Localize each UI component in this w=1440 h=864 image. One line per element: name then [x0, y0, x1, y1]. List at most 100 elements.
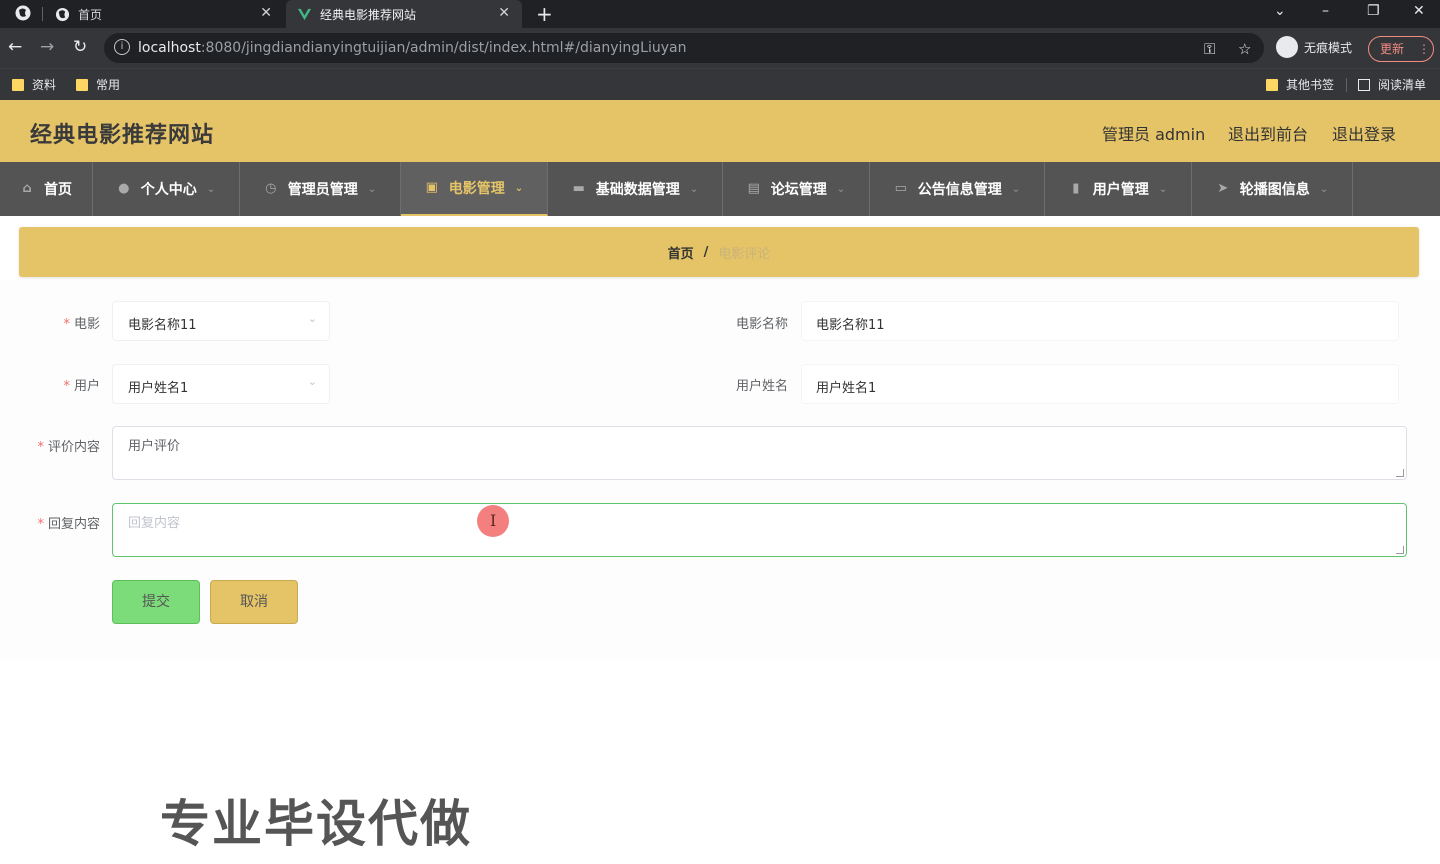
required-asterisk: *: [37, 440, 44, 455]
bookmarks-bar: 资料 常用 其他书签 阅读清单: [0, 68, 1440, 100]
address-bar-row: ← → ↻ i localhost:8080/jingdiandianyingt…: [0, 28, 1440, 68]
reload-icon[interactable]: ↻: [73, 37, 87, 57]
reply-content-label: * 回复内容: [37, 517, 100, 532]
logout-link[interactable]: 退出登录: [1332, 121, 1396, 145]
review-content-label: * 评价内容: [37, 440, 100, 455]
text-cursor-icon: I: [490, 511, 497, 530]
chevron-down-icon[interactable]: ⌄: [1274, 3, 1286, 19]
chevron-down-icon: ⌄: [836, 183, 846, 195]
breadcrumb-separator: /: [703, 244, 709, 260]
incognito-indicator[interactable]: 无痕模式: [1276, 36, 1352, 58]
new-tab-icon[interactable]: +: [536, 2, 553, 26]
reply-content-textarea[interactable]: 回复内容: [112, 503, 1407, 557]
chevron-down-icon: ⌄: [1011, 183, 1021, 195]
breadcrumb: 首页 / 电影评论: [19, 227, 1419, 277]
close-window-icon[interactable]: ✕: [1413, 3, 1425, 19]
folder-icon: [1266, 78, 1278, 91]
review-content-textarea[interactable]: 用户评价: [112, 426, 1407, 480]
document-icon: ▤: [747, 181, 760, 196]
menu-item-carousel[interactable]: ➤ 轮播图信息 ⌄: [1192, 162, 1353, 216]
to-frontend-link[interactable]: 退出到前台: [1228, 121, 1308, 145]
briefcase-icon: ▬: [572, 181, 585, 196]
close-icon[interactable]: ✕: [260, 5, 272, 21]
chevron-down-icon: ⌄: [689, 183, 699, 195]
movie-select[interactable]: 电影名称11 ⌄: [112, 301, 330, 341]
site-title: 经典电影推荐网站: [30, 123, 215, 148]
forward-arrow-icon[interactable]: →: [40, 37, 54, 57]
vue-logo-icon: [296, 6, 312, 22]
bar-chart-icon: ▮: [1072, 181, 1080, 196]
star-icon[interactable]: ☆: [1238, 40, 1251, 58]
bookmark-folder-other[interactable]: 其他书签: [1266, 76, 1334, 93]
bookmark-separator: [1346, 78, 1347, 92]
home-icon: ⌂: [22, 181, 32, 196]
back-arrow-icon[interactable]: ←: [8, 37, 22, 57]
bookmark-folder-ziliao[interactable]: 资料: [12, 76, 56, 93]
update-button[interactable]: 更新 ⋮: [1368, 36, 1434, 62]
movie-label: * 电影: [63, 317, 100, 332]
monitor-icon: ▭: [894, 181, 907, 196]
browser-tab-strip: 首页 ✕ 经典电影推荐网站 ✕ + ⌄ – ❐ ✕: [0, 0, 1440, 28]
site-info-icon[interactable]: i: [114, 39, 130, 55]
folder-icon: [76, 78, 88, 91]
clock-icon: ◷: [265, 181, 277, 196]
url-text[interactable]: localhost:8080/jingdiandianyingtuijian/a…: [138, 40, 686, 56]
folder-icon: [12, 78, 24, 91]
send-icon: ➤: [1217, 181, 1229, 196]
film-icon: ▣: [425, 180, 438, 195]
menu-item-announcements[interactable]: ▭ 公告信息管理 ⌄: [870, 162, 1045, 216]
breadcrumb-home[interactable]: 首页: [668, 243, 694, 262]
minimize-icon[interactable]: –: [1322, 3, 1329, 19]
movie-name-field[interactable]: 电影名称11: [801, 301, 1399, 341]
menu-item-forum[interactable]: ▤ 论坛管理 ⌄: [723, 162, 870, 216]
required-asterisk: *: [63, 379, 70, 394]
watermark-text: 专业毕设代做: [160, 795, 472, 853]
admin-username: 管理员 admin: [1102, 125, 1206, 144]
app-header: 经典电影推荐网站 管理员 admin 退出到前台 退出登录: [0, 100, 1440, 162]
incognito-icon: [1276, 36, 1298, 58]
chevron-down-icon: ⌄: [307, 312, 317, 325]
chevron-down-icon: ⌄: [307, 375, 317, 388]
menu-item-personal-center[interactable]: ● 个人中心 ⌄: [93, 162, 240, 216]
required-asterisk: *: [63, 317, 70, 332]
url-bar[interactable]: i localhost:8080/jingdiandianyingtuijian…: [104, 33, 1264, 63]
cancel-button[interactable]: 取消: [210, 580, 298, 624]
tab-title: 首页: [78, 7, 103, 22]
menu-item-admin-management[interactable]: ◷ 管理员管理 ⌄: [240, 162, 401, 216]
resize-handle-icon[interactable]: [1396, 469, 1404, 477]
kebab-menu-icon[interactable]: ⋮: [1418, 42, 1430, 56]
browser-tab-active[interactable]: 经典电影推荐网站 ✕: [286, 0, 522, 28]
user-label: * 用户: [63, 379, 100, 394]
resize-handle-icon[interactable]: [1396, 546, 1404, 554]
chevron-down-icon: ⌄: [367, 183, 377, 195]
menu-item-user-management[interactable]: ▮ 用户管理 ⌄: [1045, 162, 1192, 216]
reply-placeholder: 回复内容: [128, 516, 181, 531]
menu-item-home[interactable]: ⌂ 首页: [0, 162, 93, 216]
tab-title: 经典电影推荐网站: [320, 7, 417, 22]
globe-icon: [54, 6, 70, 22]
user-name-field[interactable]: 用户姓名1: [801, 364, 1399, 404]
menu-item-base-data[interactable]: ▬ 基础数据管理 ⌄: [548, 162, 723, 216]
user-icon: ●: [118, 181, 130, 196]
top-nav-menu: ⌂ 首页 ● 个人中心 ⌄ ◷ 管理员管理 ⌄ ▣ 电影管理 ⌄ ▬ 基础数据管理 ⌄ …: [0, 162, 1440, 216]
reading-list-icon: [1358, 78, 1370, 91]
chevron-down-icon: ⌄: [1319, 183, 1329, 195]
chevron-down-icon: ⌄: [514, 182, 524, 194]
movie-name-label: 电影名称: [735, 317, 788, 332]
user-name-label: 用户姓名: [735, 379, 788, 394]
chevron-down-icon: ⌄: [1158, 183, 1168, 195]
browser-tab-home[interactable]: 首页 ✕: [44, 0, 284, 28]
chevron-down-icon: ⌄: [206, 183, 216, 195]
reading-list[interactable]: 阅读清单: [1358, 76, 1426, 93]
bookmark-folder-changyong[interactable]: 常用: [76, 76, 120, 93]
close-icon[interactable]: ✕: [498, 5, 510, 21]
user-select[interactable]: 用户姓名1 ⌄: [112, 364, 330, 404]
required-asterisk: *: [37, 517, 44, 532]
restore-icon[interactable]: ❐: [1367, 3, 1380, 19]
tab-separator: [42, 7, 43, 21]
breadcrumb-current: 电影评论: [718, 246, 771, 262]
menu-item-movie-management[interactable]: ▣ 电影管理 ⌄: [401, 162, 548, 216]
globe-icon: [14, 4, 32, 26]
key-icon[interactable]: ⚿: [1204, 40, 1215, 58]
submit-button[interactable]: 提交: [112, 580, 200, 624]
